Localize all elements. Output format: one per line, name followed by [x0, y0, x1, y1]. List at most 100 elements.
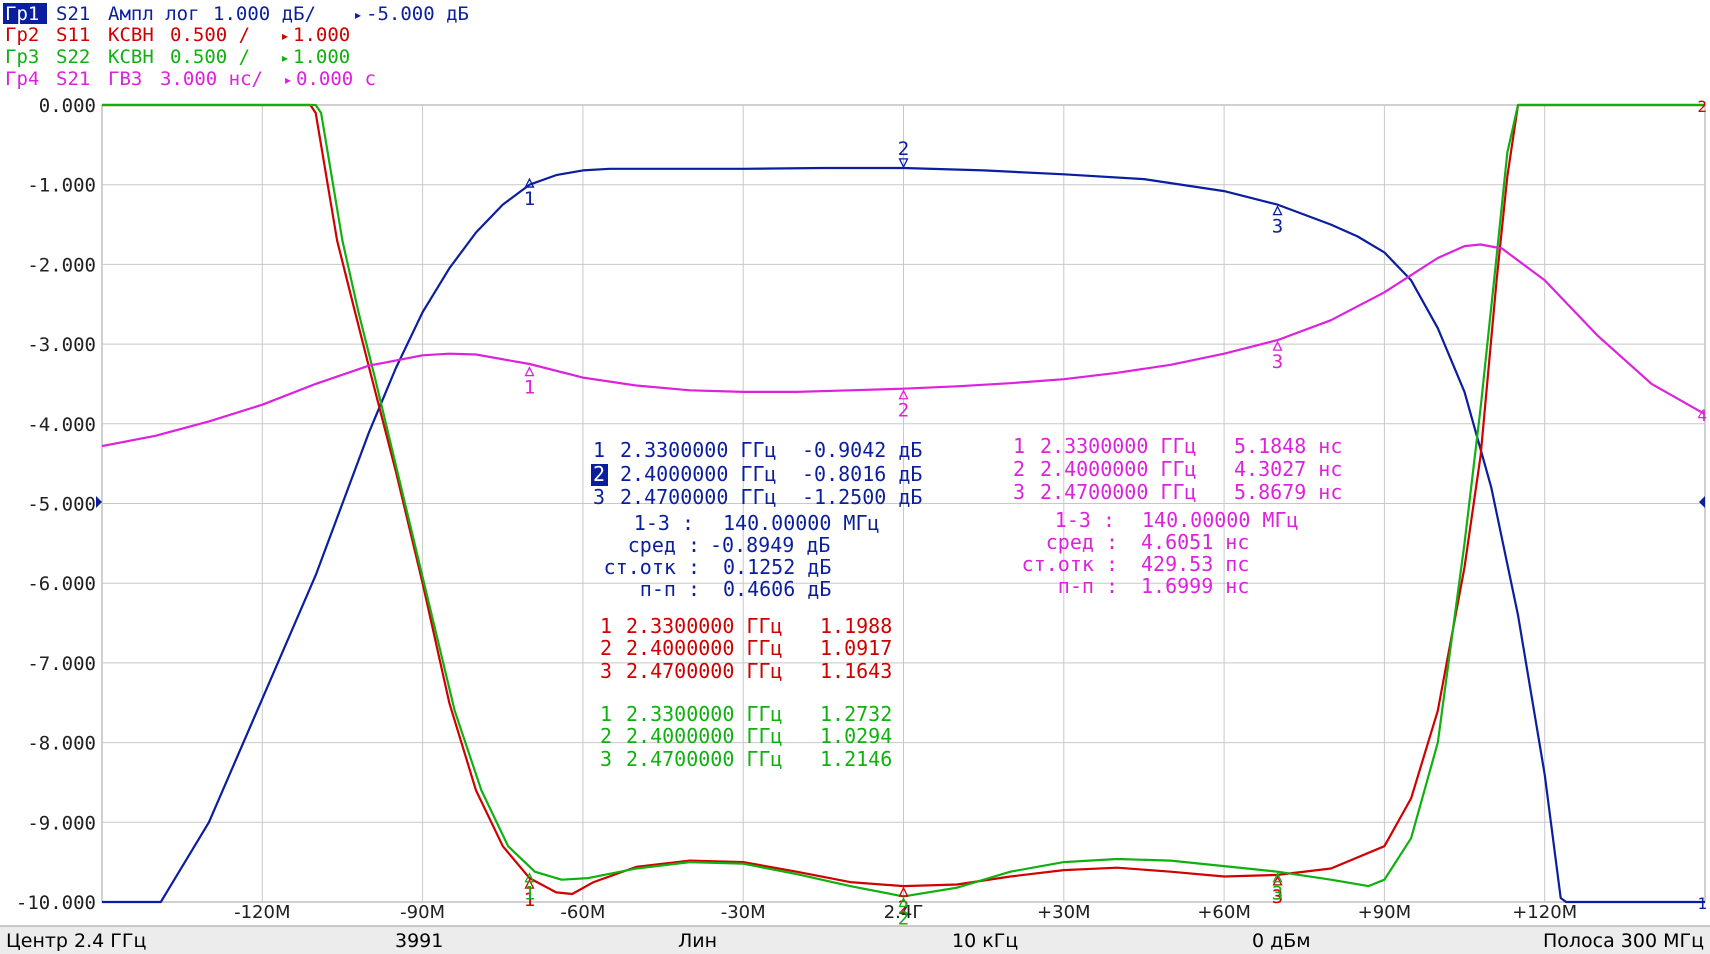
x-tick-label: +60M: [1197, 902, 1251, 923]
y-tick-label: -5.000: [27, 494, 96, 516]
stat-std-label: ст.отк :: [604, 555, 700, 579]
marker-row-3-value: 5.8679 нс: [1234, 480, 1342, 504]
stat-pp-value: 1.6999 нс: [1141, 574, 1249, 598]
marker-row-2-value: 1.0917: [820, 636, 892, 660]
trace-header-1[interactable]: Гр1 S21 Ампл лог 1.000 дБ/ ▸ -5.000 дБ: [3, 3, 469, 25]
marker-row-2-num: 2: [600, 724, 612, 748]
marker-label: 2: [898, 400, 909, 422]
status-if-bandwidth[interactable]: 10 кГц: [952, 930, 1018, 952]
marker-row-3-freq: 2.4700000 ГГц: [1040, 480, 1197, 504]
marker-row-1-value: 5.1848 нс: [1234, 434, 1342, 458]
x-tick-label: -90M: [400, 902, 445, 923]
y-tick-label: -2.000: [27, 254, 96, 276]
marker-row-3-value: 1.1643: [820, 659, 892, 683]
marker-row-1-value: 1.1988: [820, 614, 892, 638]
trace-param-3: S22: [56, 46, 90, 68]
edge-label-trace1: 1: [1697, 894, 1707, 913]
status-sweep-type[interactable]: Лин: [678, 930, 717, 952]
trace-header-2[interactable]: Гр2 S11 КСВН 0.500 / ▸ 1.000: [5, 24, 350, 46]
x-tick-label: -120M: [234, 902, 290, 923]
stat-mean-label: сред :: [1046, 530, 1118, 554]
x-tick-label: -60M: [560, 902, 605, 923]
marker-label: 2: [898, 138, 909, 160]
y-tick-label: -3.000: [27, 334, 96, 356]
marker-row-1-num: 1: [600, 702, 612, 726]
trace-ref-3: 1.000: [293, 46, 350, 68]
trace-ref-2: 1.000: [293, 24, 350, 46]
marker-label: 1: [524, 377, 535, 399]
status-span[interactable]: Полоса 300 МГц: [1543, 930, 1704, 952]
marker-row-3-freq: 2.4700000 ГГц: [626, 659, 783, 683]
trace-scale-1: 1.000 дБ/: [213, 3, 316, 25]
trace-param-4: S21: [56, 68, 90, 90]
x-tick-label: +30M: [1037, 902, 1091, 923]
y-tick-label: -10.000: [16, 892, 96, 914]
trace-header-4[interactable]: Гр4 S21 ГВЗ 3.000 нс/ ▸ 0.000 с: [5, 68, 376, 90]
trace-header-3[interactable]: Гр3 S22 КСВН 0.500 / ▸ 1.000: [5, 46, 350, 68]
marker-row-3-num: 3: [600, 659, 612, 683]
y-tick-label: -8.000: [27, 733, 96, 755]
ref-arrow-icon: ▸: [285, 73, 291, 87]
y-tick-label: -4.000: [27, 414, 96, 436]
trace-ref-1: -5.000 дБ: [366, 3, 469, 25]
status-center-freq[interactable]: Центр 2.4 ГГц: [6, 930, 146, 952]
marker-row-3-num: 3: [600, 747, 612, 771]
marker-row-1-freq: 2.3300000 ГГц: [626, 614, 783, 638]
marker-label: 3: [1272, 216, 1283, 238]
marker-row-2-freq: 2.4000000 ГГц: [626, 636, 783, 660]
y-tick-label: -9.000: [27, 812, 96, 834]
x-tick-label: +90M: [1358, 902, 1412, 923]
stat-pp-value: 0.4606 дБ: [723, 577, 831, 601]
marker-row-2-num: 2: [600, 636, 612, 660]
marker-table-trace3: 1 2.3300000 ГГц 1.2732 2 2.4000000 ГГц 1…: [600, 702, 892, 771]
marker-row-1-freq: 2.3300000 ГГц: [626, 702, 783, 726]
marker-row-3-num: 3: [593, 485, 605, 509]
trace-id-4: Гр4: [5, 68, 39, 90]
stat-mean-value: -0.8949 дБ: [710, 533, 830, 557]
ref-arrow-icon: ▸: [282, 29, 288, 43]
trace-format-3: КСВН: [108, 46, 154, 68]
marker-row-2-num: 2: [593, 462, 605, 486]
marker-table-trace2: 1 2.3300000 ГГц 1.1988 2 2.4000000 ГГц 1…: [600, 614, 892, 683]
stat-span-label: 1-3 :: [1055, 508, 1115, 532]
marker-row-2-value: 1.0294: [820, 724, 892, 748]
marker-label: 3: [1272, 351, 1283, 373]
ref-arrow-icon: ▸: [282, 51, 288, 65]
marker-row-3-freq: 2.4700000 ГГц: [620, 485, 777, 509]
y-tick-label: -1.000: [27, 175, 96, 197]
marker-label: 1: [524, 883, 535, 905]
stat-std-label: ст.отк :: [1022, 552, 1118, 576]
trace-id-1: Гр1: [5, 3, 39, 25]
marker-label: 1: [524, 188, 535, 210]
marker-row-1-num: 1: [600, 614, 612, 638]
trace-id-3: Гр3: [5, 46, 39, 68]
marker-row-2-value: -0.8016 дБ: [802, 462, 922, 486]
marker-row-3-freq: 2.4700000 ГГц: [626, 747, 783, 771]
trace-scale-4: 3.000 нс/: [160, 68, 263, 90]
status-bar-background: [0, 926, 1710, 954]
stat-pp-label: п-п :: [640, 577, 700, 601]
marker-row-3-value: 1.2146: [820, 747, 892, 771]
marker-row-2-value: 4.3027 нс: [1234, 457, 1342, 481]
stat-std-value: 429.53 пс: [1141, 552, 1249, 576]
trace-format-1: Ампл лог: [108, 3, 200, 25]
vna-chart[interactable]: Гр1 S21 Ампл лог 1.000 дБ/ ▸ -5.000 дБ Г…: [0, 0, 1710, 954]
stat-span-label: 1-3 :: [634, 511, 694, 535]
x-tick-label: -30M: [721, 902, 766, 923]
y-tick-label: -7.000: [27, 653, 96, 675]
stat-std-value: 0.1252 дБ: [723, 555, 831, 579]
marker-row-3-value: -1.2500 дБ: [802, 485, 922, 509]
stat-mean-label: сред :: [628, 533, 700, 557]
status-bar: Центр 2.4 ГГц 3991 Лин 10 кГц 0 дБм Поло…: [0, 925, 1710, 954]
trace-scale-3: 0.500 /: [170, 46, 250, 68]
status-power[interactable]: 0 дБм: [1252, 930, 1311, 952]
marker-row-1-freq: 2.3300000 ГГц: [1040, 434, 1197, 458]
marker-row-1-freq: 2.3300000 ГГц: [620, 438, 777, 462]
stat-span-value: 140.00000 МГц: [1142, 508, 1299, 532]
y-tick-label: 0.000: [39, 95, 96, 117]
marker-row-2-num: 2: [1013, 457, 1025, 481]
stat-mean-value: 4.6051 нс: [1141, 530, 1249, 554]
stat-span-value: 140.00000 МГц: [723, 511, 880, 535]
trace-id-2: Гр2: [5, 24, 39, 46]
status-points[interactable]: 3991: [395, 930, 443, 952]
